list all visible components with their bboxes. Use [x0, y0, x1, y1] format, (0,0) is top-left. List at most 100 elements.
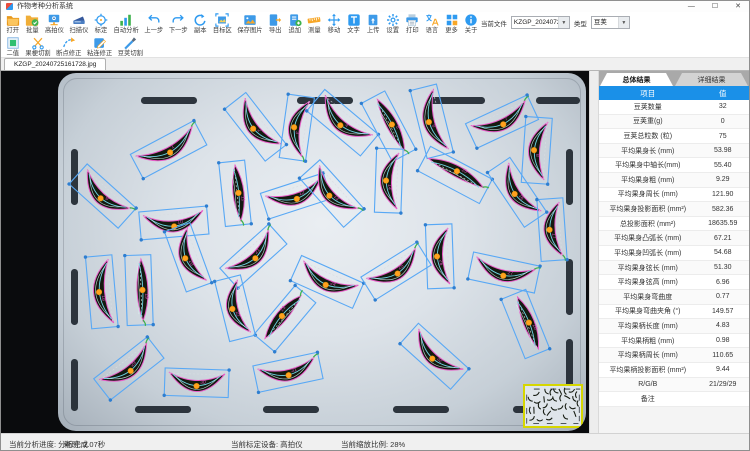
toolbar-binary-button[interactable]: 二值	[3, 36, 23, 57]
row-label: 总投影面积 (mm²)	[599, 219, 697, 229]
toolbar-print-button[interactable]: 打印	[403, 13, 423, 34]
column-item: 项目	[599, 88, 697, 99]
navigator-thumbnail[interactable]	[523, 384, 583, 428]
row-value: 0.77	[697, 293, 750, 300]
panel-divider	[589, 71, 599, 433]
row-label: R/G/B	[599, 381, 697, 388]
about-icon	[464, 13, 478, 27]
row-value: 54.68	[697, 249, 750, 256]
toolbar-batch-button[interactable]: 批量	[23, 13, 43, 34]
row-value: 9.44	[697, 366, 750, 373]
table-row: 平均果身凸弧长 (mm)67.21	[599, 231, 749, 246]
toolbar-item-label: 批量	[26, 27, 39, 34]
toolbar-about-button[interactable]: 关于	[461, 13, 481, 34]
row-value: 53.98	[697, 147, 750, 154]
table-row: 豆荚总粒数 (粒)75	[599, 129, 749, 144]
append-icon	[288, 13, 302, 27]
table-row: 总投影面积 (mm²)18635.59	[599, 217, 749, 232]
minimize-button[interactable]: —	[688, 1, 695, 12]
toolbar-item-label: 粘连修正	[87, 50, 112, 57]
toolbar-item-label: 设置	[386, 27, 399, 34]
toolbar-undo-button[interactable]: 上一步	[142, 13, 166, 34]
settings-icon	[386, 13, 400, 27]
toolbar-item-label: 保存图片	[237, 27, 262, 34]
toolbar-text-button[interactable]: 文字	[344, 13, 364, 34]
toolbar-append-button[interactable]: 追加	[285, 13, 305, 34]
toolbar-open-button[interactable]: 打开	[3, 13, 23, 34]
row-value: 55.40	[697, 162, 750, 169]
toolbar-export-button[interactable]: 导出	[265, 13, 285, 34]
row-label: 平均果身粗 (mm)	[599, 175, 697, 185]
results-panel: 总体结果 详细结果 项目 值 豆荚数量32豆荚重(g)0豆荚总粒数 (粒)75平…	[599, 71, 749, 433]
maximize-button[interactable]: ☐	[712, 1, 718, 12]
toolbar-calibrate-button[interactable]: 标定	[91, 13, 111, 34]
type-select[interactable]: 豆荚 ▼	[591, 16, 630, 29]
toolbar-copy-button[interactable]: 副本	[191, 13, 211, 34]
language-icon	[425, 13, 439, 27]
row-label: 豆荚重(g)	[599, 116, 697, 126]
toolbar-item-label: 导出	[269, 27, 282, 34]
toolbar-item-label: 上传	[367, 27, 380, 34]
toolbar-breakpoint-fix-button[interactable]: 断点修正	[53, 36, 84, 57]
svg-text:17: 17	[550, 233, 556, 239]
toolbar-item-label: 测量	[308, 27, 321, 34]
toolbar-save-image-button[interactable]: 保存图片	[235, 13, 266, 34]
toolbar-item-label: 语言	[426, 27, 439, 34]
toolbar-settings-button[interactable]: 设置	[383, 13, 403, 34]
toolbar-doc-camera-button[interactable]: 高拍仪	[42, 13, 66, 34]
results-table-header: 项目 值	[599, 86, 749, 100]
chevron-down-icon: ▼	[618, 17, 629, 28]
export-icon	[268, 13, 282, 27]
svg-text:30: 30	[200, 380, 206, 386]
row-label: 平均果身凸弧长 (mm)	[599, 233, 697, 243]
row-value: 21/29/29	[697, 381, 750, 388]
move-icon	[327, 13, 341, 27]
row-value: 67.21	[697, 235, 750, 242]
toolbar-item-label: 下一步	[169, 27, 188, 34]
toolbar-adhesion-fix-button[interactable]: 粘连修正	[84, 36, 115, 57]
toolbar-move-button[interactable]: 移动	[324, 13, 344, 34]
results-table: 豆荚数量32豆荚重(g)0豆荚总粒数 (粒)75平均果身长 (mm)53.98平…	[599, 100, 749, 407]
toolbar-item-label: 上一步	[144, 27, 163, 34]
row-label: 平均果身弯曲夹角 (°)	[599, 306, 697, 316]
toolbar-item-label: 文字	[347, 27, 360, 34]
open-icon	[6, 13, 20, 27]
toolbar-language-button[interactable]: 语言	[422, 13, 442, 34]
toolbar-stem-cut-button[interactable]: 果梗切割	[23, 36, 54, 57]
document-tab[interactable]: KZGP_20240725161728.jpg	[4, 58, 106, 70]
toolbar-pod-cut-button[interactable]: 豆荚切割	[115, 36, 146, 57]
close-button[interactable]: ✕	[735, 1, 741, 12]
table-row: 平均果身长 (mm)53.98	[599, 144, 749, 159]
toolbar-target-area-button[interactable]: 目标区	[210, 13, 234, 34]
tab-overall-results[interactable]: 总体结果	[600, 73, 673, 86]
table-row: 平均果身凹弧长 (mm)54.68	[599, 246, 749, 261]
tab-detailed-results[interactable]: 详细结果	[675, 73, 748, 86]
image-viewport[interactable]: 1 2 3 4	[1, 71, 589, 433]
batch-icon	[25, 13, 39, 27]
row-value: 0.98	[697, 337, 750, 344]
svg-text:26: 26	[438, 260, 444, 266]
row-label: 平均果身弦高 (mm)	[599, 277, 697, 287]
toolbar-item-label: 打开	[7, 27, 20, 34]
toolbar-redo-button[interactable]: 下一步	[166, 13, 190, 34]
toolbar-auto-analyze-button[interactable]: 自动分析	[111, 13, 142, 34]
table-row: 平均果身中轴长(mm)55.40	[599, 158, 749, 173]
row-label: 平均果柄周长 (mm)	[599, 350, 697, 360]
row-value: 6.96	[697, 279, 750, 286]
row-label: 豆荚总粒数 (粒)	[599, 131, 697, 141]
table-row: 备注	[599, 392, 749, 407]
copy-icon	[193, 13, 207, 27]
toolbar-scanner-button[interactable]: 扫描仪	[67, 13, 91, 34]
window-title: 作物考种分析系统	[17, 1, 73, 12]
toolbar-measure-button[interactable]: 测量	[305, 13, 325, 34]
document-tab-bar: KZGP_20240725161728.jpg	[1, 58, 749, 71]
current-file-select[interactable]: KZGP_20240725161728.jpg ▼	[511, 16, 570, 29]
navigator-preview	[525, 386, 581, 426]
toolbar-item-label: 自动分析	[114, 27, 139, 34]
toolbar-upload-button[interactable]: 上传	[363, 13, 383, 34]
row-label: 平均果身长 (mm)	[599, 146, 697, 156]
toolbar-more-button[interactable]: 更多	[442, 13, 462, 34]
svg-text:14: 14	[386, 184, 392, 190]
row-label: 平均果身凹弧长 (mm)	[599, 248, 697, 258]
target-area-icon	[215, 13, 229, 27]
